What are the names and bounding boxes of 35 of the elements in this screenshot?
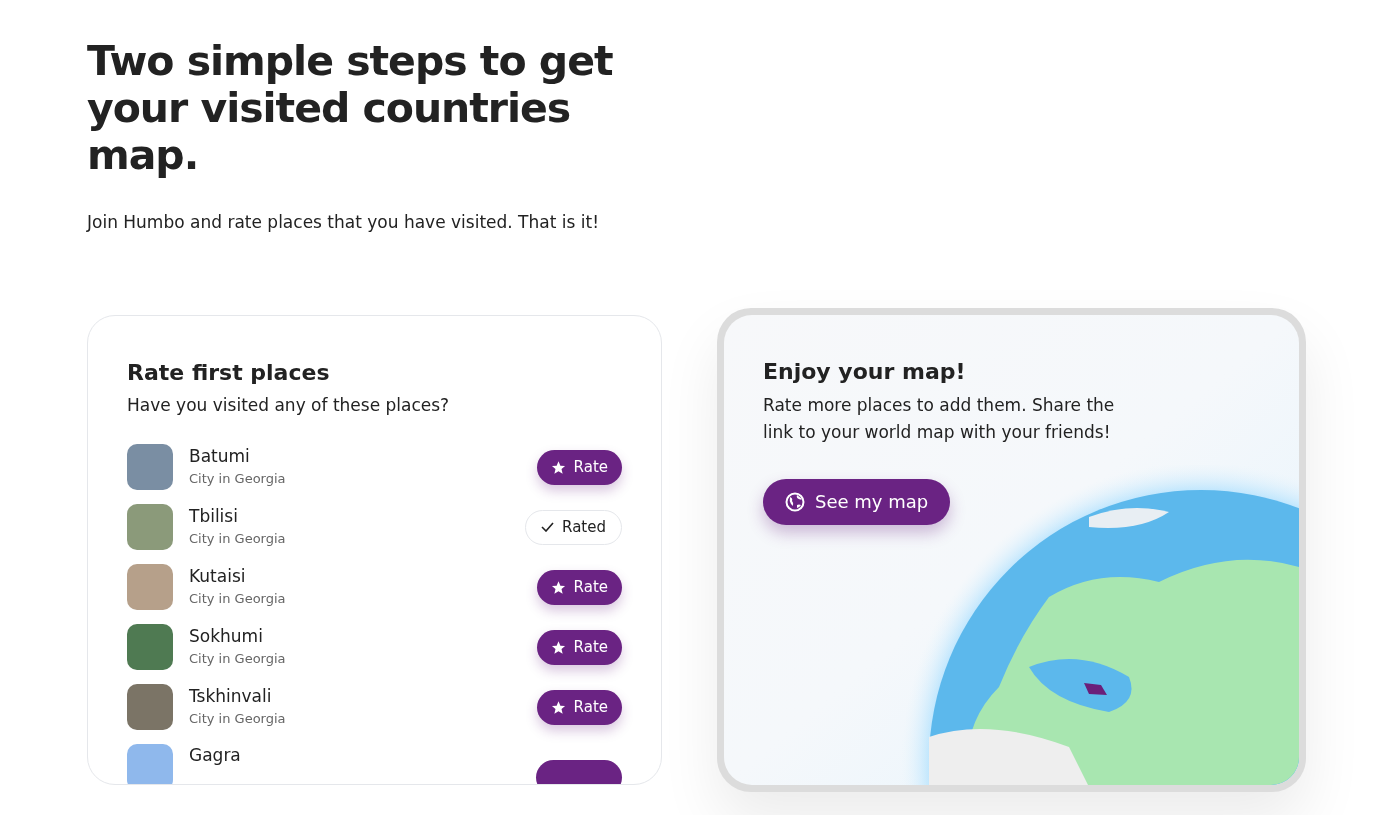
place-type: City in Georgia xyxy=(189,590,287,609)
card-title: Enjoy your map! xyxy=(763,357,967,386)
photo-placeholder xyxy=(127,504,173,550)
place-type: City in Georgia xyxy=(189,470,287,489)
card-question: Have you visited any of these places? xyxy=(127,393,451,417)
rate-button[interactable]: Rate xyxy=(536,449,622,485)
place-name: Sokhumi xyxy=(189,625,264,648)
rate-button[interactable]: Rate xyxy=(536,569,622,605)
star-icon xyxy=(550,459,566,475)
place-type: City in Georgia xyxy=(189,710,287,729)
place-name: Batumi xyxy=(189,445,251,468)
place-name: Kutaisi xyxy=(189,565,247,588)
photo-placeholder xyxy=(127,564,173,610)
place-type: City in Georgia xyxy=(189,650,287,669)
photo-placeholder xyxy=(127,624,173,670)
photo-placeholder xyxy=(127,684,173,730)
rated-button[interactable]: Rated xyxy=(525,509,622,545)
place-name: Tbilisi xyxy=(189,505,239,528)
star-icon xyxy=(550,699,566,715)
card-text: Rate more places to add them. Share the link to your world map with your friends! xyxy=(763,393,1116,444)
photo-placeholder xyxy=(127,444,173,490)
heading: Two simple steps to get your visited countries map. xyxy=(87,38,614,179)
subtitle: Join Humbo and rate places that you have visited. That is it! xyxy=(87,211,600,234)
star-icon xyxy=(550,639,566,655)
photo-placeholder xyxy=(127,744,173,784)
check-icon xyxy=(541,522,555,532)
rate-button[interactable]: Rate xyxy=(536,689,622,725)
star-icon xyxy=(550,579,566,595)
globe-icon xyxy=(785,491,805,512)
place-name: Tskhinvali xyxy=(189,685,273,708)
place-type: City in Georgia xyxy=(189,530,287,549)
place-name: Gagra xyxy=(189,744,242,766)
card-title: Rate first places xyxy=(127,358,331,387)
rate-button[interactable]: Rate xyxy=(536,629,622,665)
see-my-map-button[interactable]: See my map xyxy=(763,478,951,525)
